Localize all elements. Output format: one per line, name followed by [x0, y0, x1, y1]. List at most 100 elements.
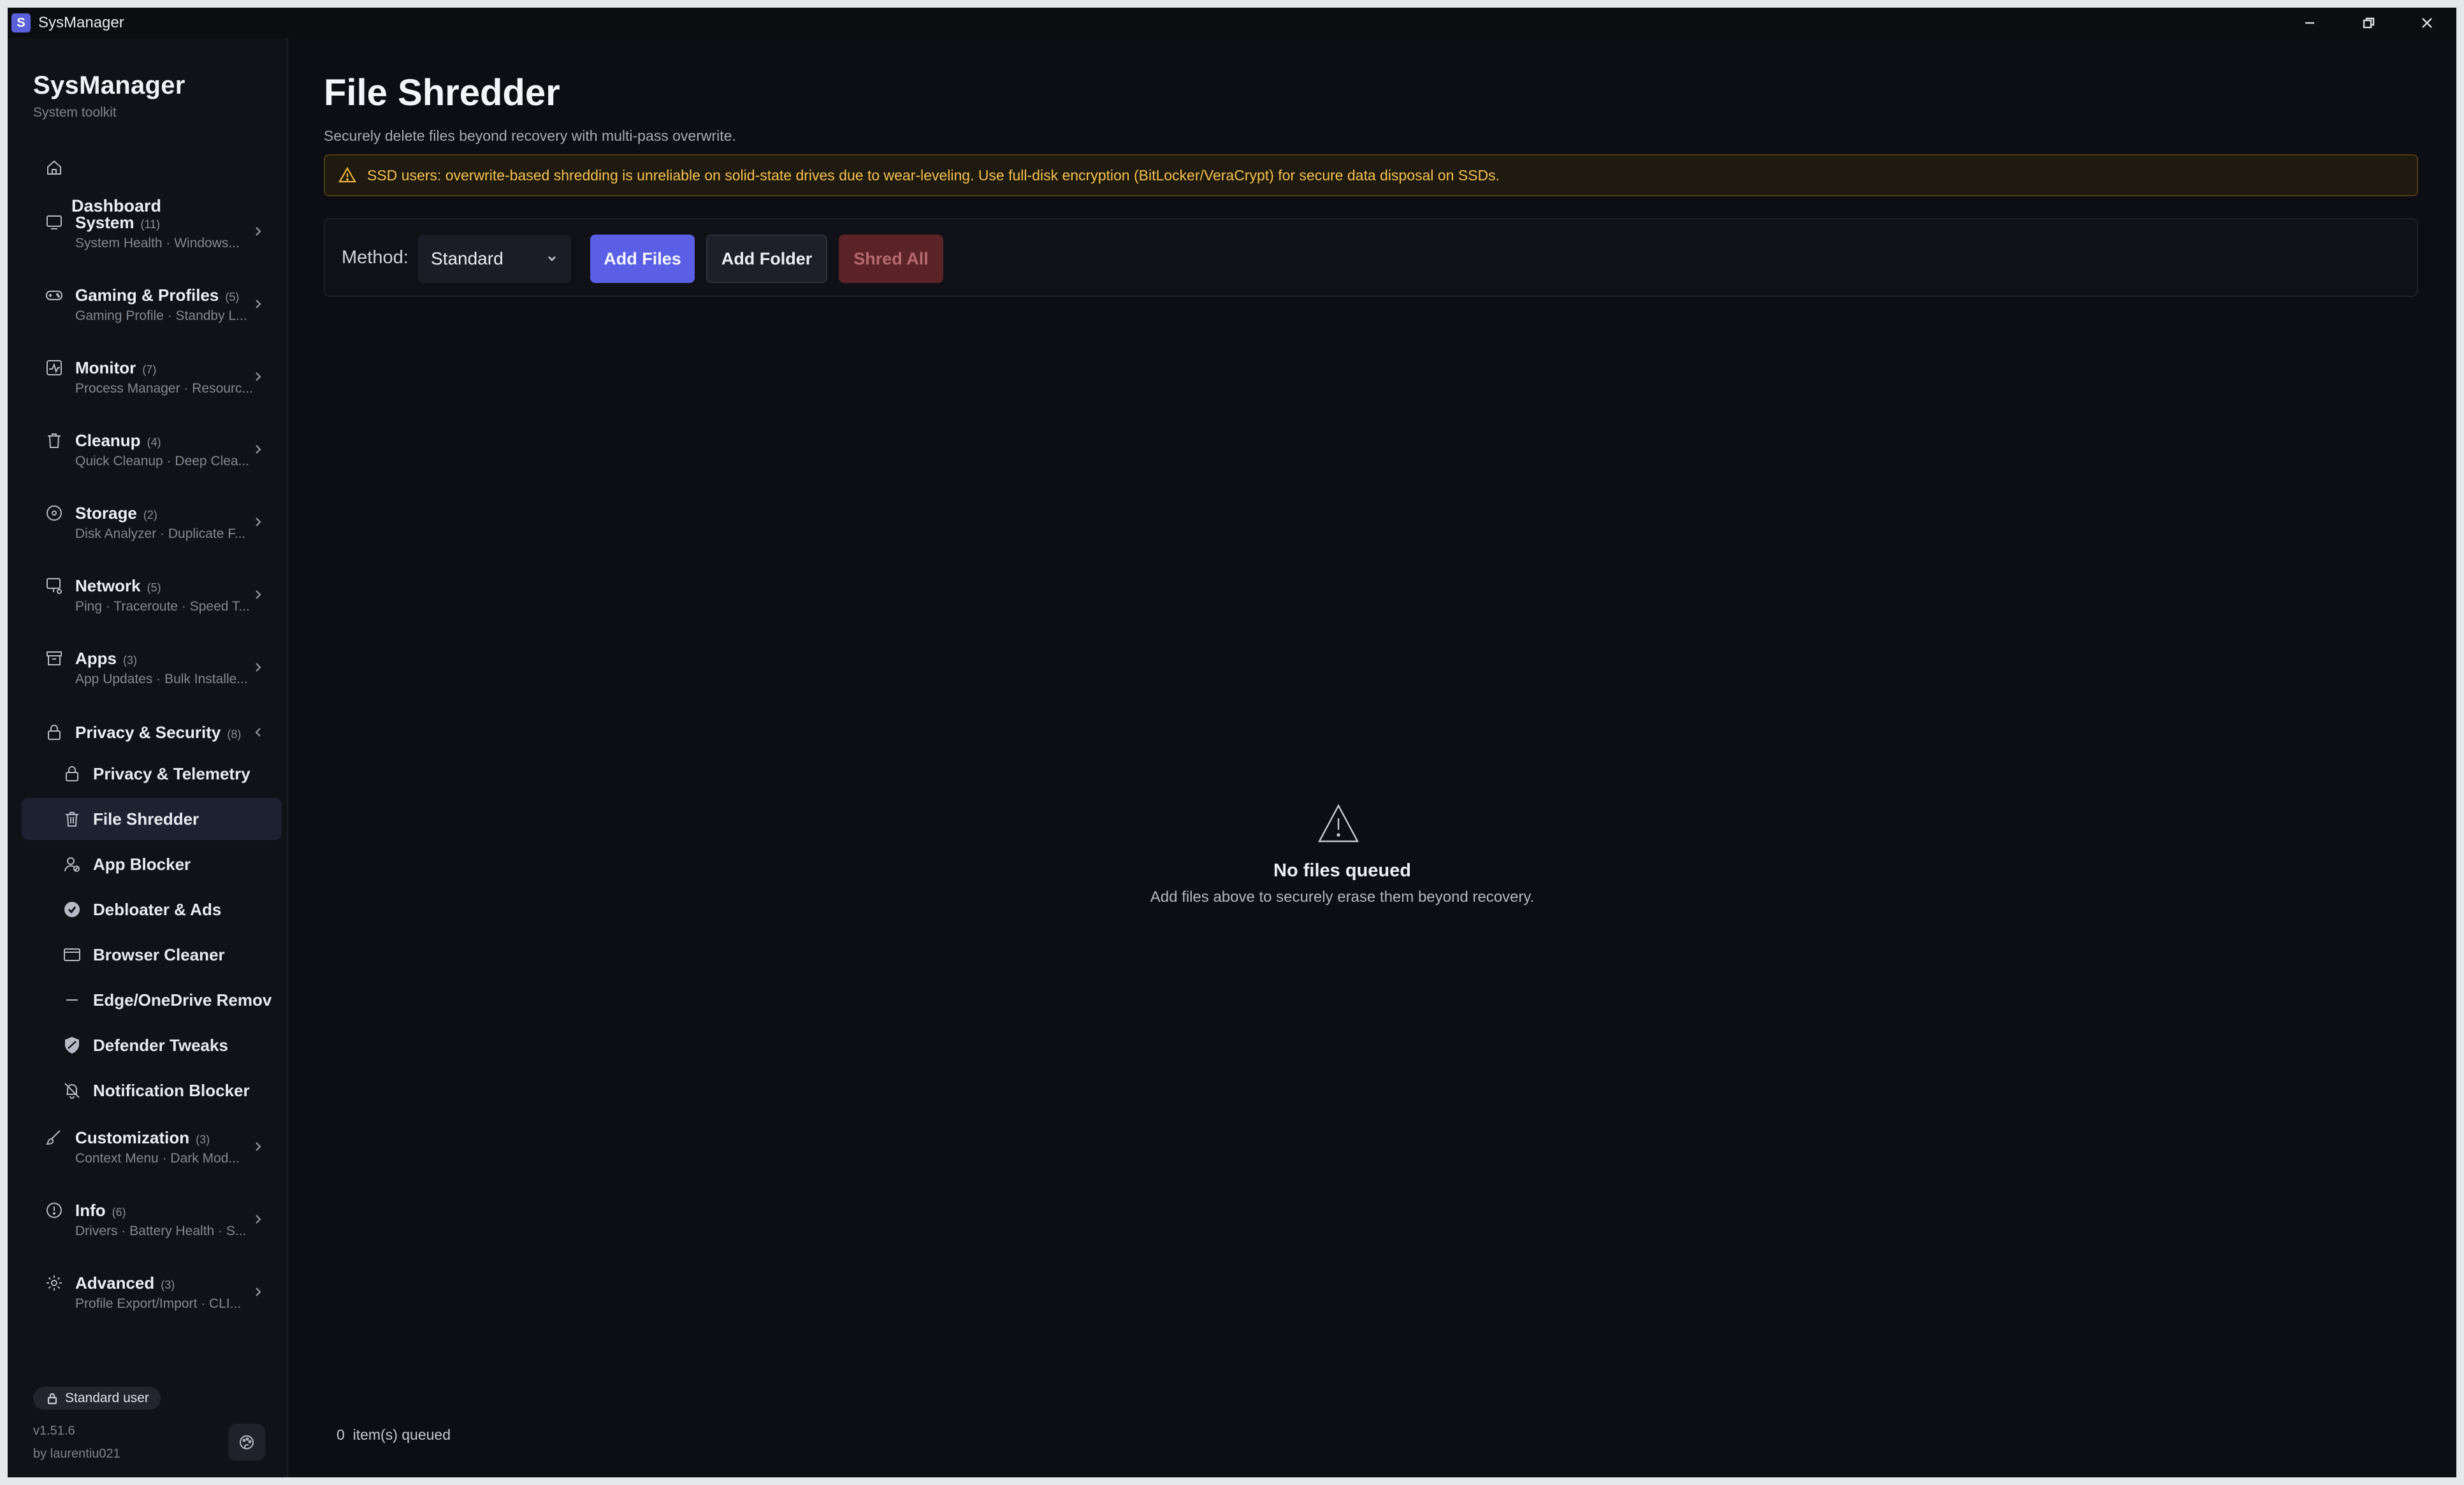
nav-group-sub: App Updates · Bulk Installe... — [75, 672, 248, 686]
queue-count: 0 item(s) queued — [337, 1426, 451, 1444]
warning-icon — [338, 166, 356, 183]
nav-group-label: Gaming & Profiles — [75, 286, 219, 305]
nav-group-count: (3) — [161, 1279, 175, 1291]
restore-button[interactable] — [2339, 8, 2398, 38]
method-select-value: Standard — [431, 249, 504, 268]
sidebar-item-defender-tweaks[interactable]: Defender Tweaks — [22, 1024, 282, 1066]
nav-group-label: Info — [75, 1201, 106, 1220]
empty-state-subtitle: Add files above to securely erase them b… — [1150, 888, 1535, 906]
app-version: v1.51.6 — [33, 1424, 75, 1438]
nav-group-count: (6) — [112, 1206, 126, 1219]
disk-icon — [45, 503, 64, 523]
page-subtitle: Securely delete files beyond recovery wi… — [324, 127, 736, 144]
add-files-button[interactable]: Add Files — [590, 235, 695, 283]
nav-group-sub: Quick Cleanup · Deep Clea... — [75, 454, 250, 468]
empty-state-title: No files queued — [1273, 860, 1411, 881]
restore-icon — [2363, 17, 2375, 29]
nav-group-gaming[interactable]: Gaming & Profiles (5) Gaming Profile · St… — [22, 277, 282, 340]
trash-icon — [45, 431, 64, 450]
sidebar-item-file-shredder[interactable]: File Shredder — [22, 798, 282, 840]
nav-group-count: (7) — [142, 363, 157, 376]
lock-icon — [45, 723, 64, 742]
minimize-button[interactable] — [2280, 8, 2339, 38]
queue-count-label: item(s) queued — [352, 1426, 451, 1443]
nav-group-system[interactable]: System (11) System Health · Windows... — [22, 204, 282, 268]
nav-group-sub: Ping · Traceroute · Speed T... — [75, 599, 250, 614]
sidebar-item-label: App Blocker — [93, 855, 191, 874]
nav-group-count: (11) — [140, 218, 161, 231]
sidebar-item-edge-onedrive[interactable]: Edge/OneDrive Remov — [22, 979, 282, 1021]
sidebar-item-label: Defender Tweaks — [93, 1036, 228, 1055]
nav-group-privacy-security[interactable]: Privacy & Security (8) — [22, 713, 282, 755]
user-role-label: Standard user — [65, 1391, 149, 1405]
app-author: by laurentiu021 — [33, 1447, 120, 1461]
chevron-right-icon — [251, 588, 265, 602]
sidebar-item-privacy-telemetry[interactable]: Privacy & Telemetry — [22, 753, 282, 795]
nav-group-sub: Disk Analyzer · Duplicate F... — [75, 526, 246, 541]
nav-group-count: (2) — [143, 509, 157, 521]
nav-group-count: (3) — [196, 1133, 210, 1146]
nav-dashboard[interactable] — [22, 147, 282, 189]
sidebar-item-notification-blocker[interactable]: Notification Blocker — [22, 1069, 282, 1112]
gear-icon — [45, 1273, 64, 1293]
browser-icon — [62, 945, 82, 964]
nav-group-apps[interactable]: Apps (3) App Updates · Bulk Installe... — [22, 640, 282, 704]
activity-icon — [45, 358, 64, 377]
nav-group-storage[interactable]: Storage (2) Disk Analyzer · Duplicate F..… — [22, 495, 282, 558]
close-button[interactable] — [2398, 8, 2456, 38]
nav-group-sub: Process Manager · Resourc... — [75, 381, 253, 396]
nav-group-label: Cleanup — [75, 431, 141, 450]
nav-group-label: Privacy & Security — [75, 723, 221, 742]
nav-group-monitor[interactable]: Monitor (7) Process Manager · Resourc... — [22, 349, 282, 413]
gamepad-icon — [45, 286, 64, 305]
minus-icon — [62, 990, 82, 1010]
lock-icon — [62, 764, 82, 783]
box-icon — [45, 649, 64, 668]
trash-icon — [62, 809, 82, 829]
nav-group-sub: Drivers · Battery Health · S... — [75, 1224, 247, 1238]
sidebar-item-app-blocker[interactable]: App Blocker — [22, 843, 282, 885]
brand-subtitle: System toolkit — [33, 105, 117, 120]
chevron-right-icon — [251, 660, 265, 674]
home-icon — [45, 158, 64, 177]
close-icon — [2422, 18, 2432, 28]
nav-group-label: System — [75, 213, 134, 232]
method-select[interactable]: Standard — [418, 235, 571, 283]
chevron-right-icon — [251, 224, 265, 238]
shield-icon — [62, 1036, 82, 1055]
brand-title: SysManager — [33, 71, 185, 99]
nav-group-count: (8) — [227, 728, 242, 741]
warning-text: SSD users: overwrite-based shredding is … — [367, 166, 1500, 184]
sidebar-item-label: Browser Cleaner — [93, 945, 225, 964]
chevron-down-icon — [548, 256, 556, 261]
check-circle-icon — [62, 900, 82, 919]
shredder-toolbar: Method: Standard Add Files Add Folder Sh… — [324, 218, 2418, 297]
nav-group-network[interactable]: Network (5) Ping · Traceroute · Speed T..… — [22, 567, 282, 631]
sidebar: SysManager System toolkit Dashboard Syst… — [8, 38, 288, 1477]
nav-group-advanced[interactable]: Advanced (3) Profile Export/Import · CLI.… — [22, 1264, 282, 1328]
user-block-icon — [62, 855, 82, 874]
main-content: File Shredder Securely delete files beyo… — [289, 38, 2456, 1477]
info-icon — [45, 1201, 64, 1220]
chevron-right-icon — [251, 297, 265, 311]
nav-group-cleanup[interactable]: Cleanup (4) Quick Cleanup · Deep Clea... — [22, 422, 282, 486]
nav-group-count: (5) — [225, 291, 240, 303]
sidebar-item-label: Edge/OneDrive Remov — [93, 990, 272, 1010]
page-title: File Shredder — [324, 72, 560, 113]
nav-group-label: Customization — [75, 1128, 190, 1147]
shred-all-button[interactable]: Shred All — [839, 235, 943, 283]
sidebar-item-debloater-ads[interactable]: Debloater & Ads — [22, 888, 282, 931]
chevron-right-icon — [251, 442, 265, 456]
nav-group-info[interactable]: Info (6) Drivers · Battery Health · S... — [22, 1192, 282, 1256]
add-folder-button[interactable]: Add Folder — [706, 235, 827, 283]
theme-toggle-button[interactable] — [228, 1424, 265, 1461]
title-bar: S SysManager — [8, 8, 2456, 38]
nav-group-sub: Context Menu · Dark Mod... — [75, 1151, 240, 1166]
queue-count-value: 0 — [337, 1426, 345, 1443]
sidebar-item-browser-cleaner[interactable]: Browser Cleaner — [22, 934, 282, 976]
nav-group-count: (3) — [123, 654, 137, 667]
nav-group-customization[interactable]: Customization (3) Context Menu · Dark Mod… — [22, 1119, 282, 1183]
nav-group-sub: Gaming Profile · Standby L... — [75, 308, 247, 323]
app-window: S SysManager SysManager System toolkit D… — [8, 8, 2456, 1477]
chevron-right-icon — [251, 515, 265, 529]
